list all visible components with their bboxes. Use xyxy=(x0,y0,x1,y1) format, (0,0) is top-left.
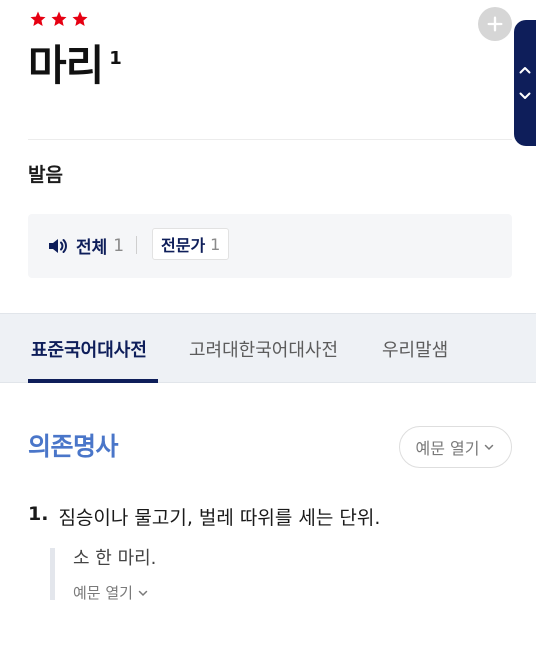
sense-item: 1. 짐승이나 물고기, 벌레 따위를 세는 단위. xyxy=(28,503,380,530)
sense-definition: 짐승이나 물고기, 벌레 따위를 세는 단위. xyxy=(58,507,381,529)
pronunciation-separator xyxy=(136,236,137,254)
add-wordbook-button[interactable] xyxy=(478,7,512,41)
open-examples-button[interactable]: 예문 열기 xyxy=(399,426,512,468)
sense-open-examples-button[interactable]: 예문 열기 xyxy=(73,582,156,603)
plus-icon xyxy=(487,16,503,32)
pronunciation-box: 전체 1 전문가 1 xyxy=(28,214,512,278)
star-icon xyxy=(30,11,46,26)
speaker-icon xyxy=(49,238,67,253)
example-block: 소 한 마리. 예문 열기 xyxy=(50,548,157,603)
homonym-number: 1 xyxy=(109,48,122,69)
chevron-down-icon xyxy=(519,92,531,99)
entry-navigator xyxy=(514,20,536,146)
dictionary-tabs: 표준국어대사전 고려대한국어대사전 우리말샘 xyxy=(0,313,536,383)
pronunciation-all-button[interactable]: 전체 1 xyxy=(46,233,124,258)
example-sentence: 소 한 마리. xyxy=(73,548,157,569)
chevron-down-icon xyxy=(138,590,148,596)
previous-entry-button[interactable] xyxy=(517,62,533,78)
pronunciation-expert-label: 전문가 xyxy=(161,236,206,255)
header-divider xyxy=(28,139,512,140)
pronunciation-all-label: 전체 xyxy=(76,238,108,258)
headword: 마리 xyxy=(28,41,104,90)
chevron-up-icon xyxy=(519,67,531,74)
pronunciation-all-count: 1 xyxy=(113,235,125,256)
part-of-speech: 의존명사 xyxy=(28,432,119,461)
next-entry-button[interactable] xyxy=(517,88,533,104)
importance-stars xyxy=(29,10,89,28)
pronunciation-heading: 발음 xyxy=(28,164,63,186)
open-examples-label: 예문 열기 xyxy=(415,439,480,458)
star-icon xyxy=(51,11,67,26)
tab-standard-dictionary[interactable]: 표준국어대사전 xyxy=(31,314,147,384)
chevron-down-icon xyxy=(485,444,494,451)
pronunciation-expert-count: 1 xyxy=(210,234,221,254)
star-icon xyxy=(72,11,88,26)
tab-urimalsaem[interactable]: 우리말샘 xyxy=(382,314,448,384)
pronunciation-expert-button[interactable]: 전문가 1 xyxy=(152,228,230,260)
tab-korea-university-dictionary[interactable]: 고려대한국어대사전 xyxy=(189,314,338,384)
active-tab-indicator xyxy=(28,379,158,383)
headword-row: 마리 1 xyxy=(28,40,122,92)
sense-number: 1. xyxy=(28,503,49,525)
sense-open-examples-label: 예문 열기 xyxy=(73,584,133,602)
